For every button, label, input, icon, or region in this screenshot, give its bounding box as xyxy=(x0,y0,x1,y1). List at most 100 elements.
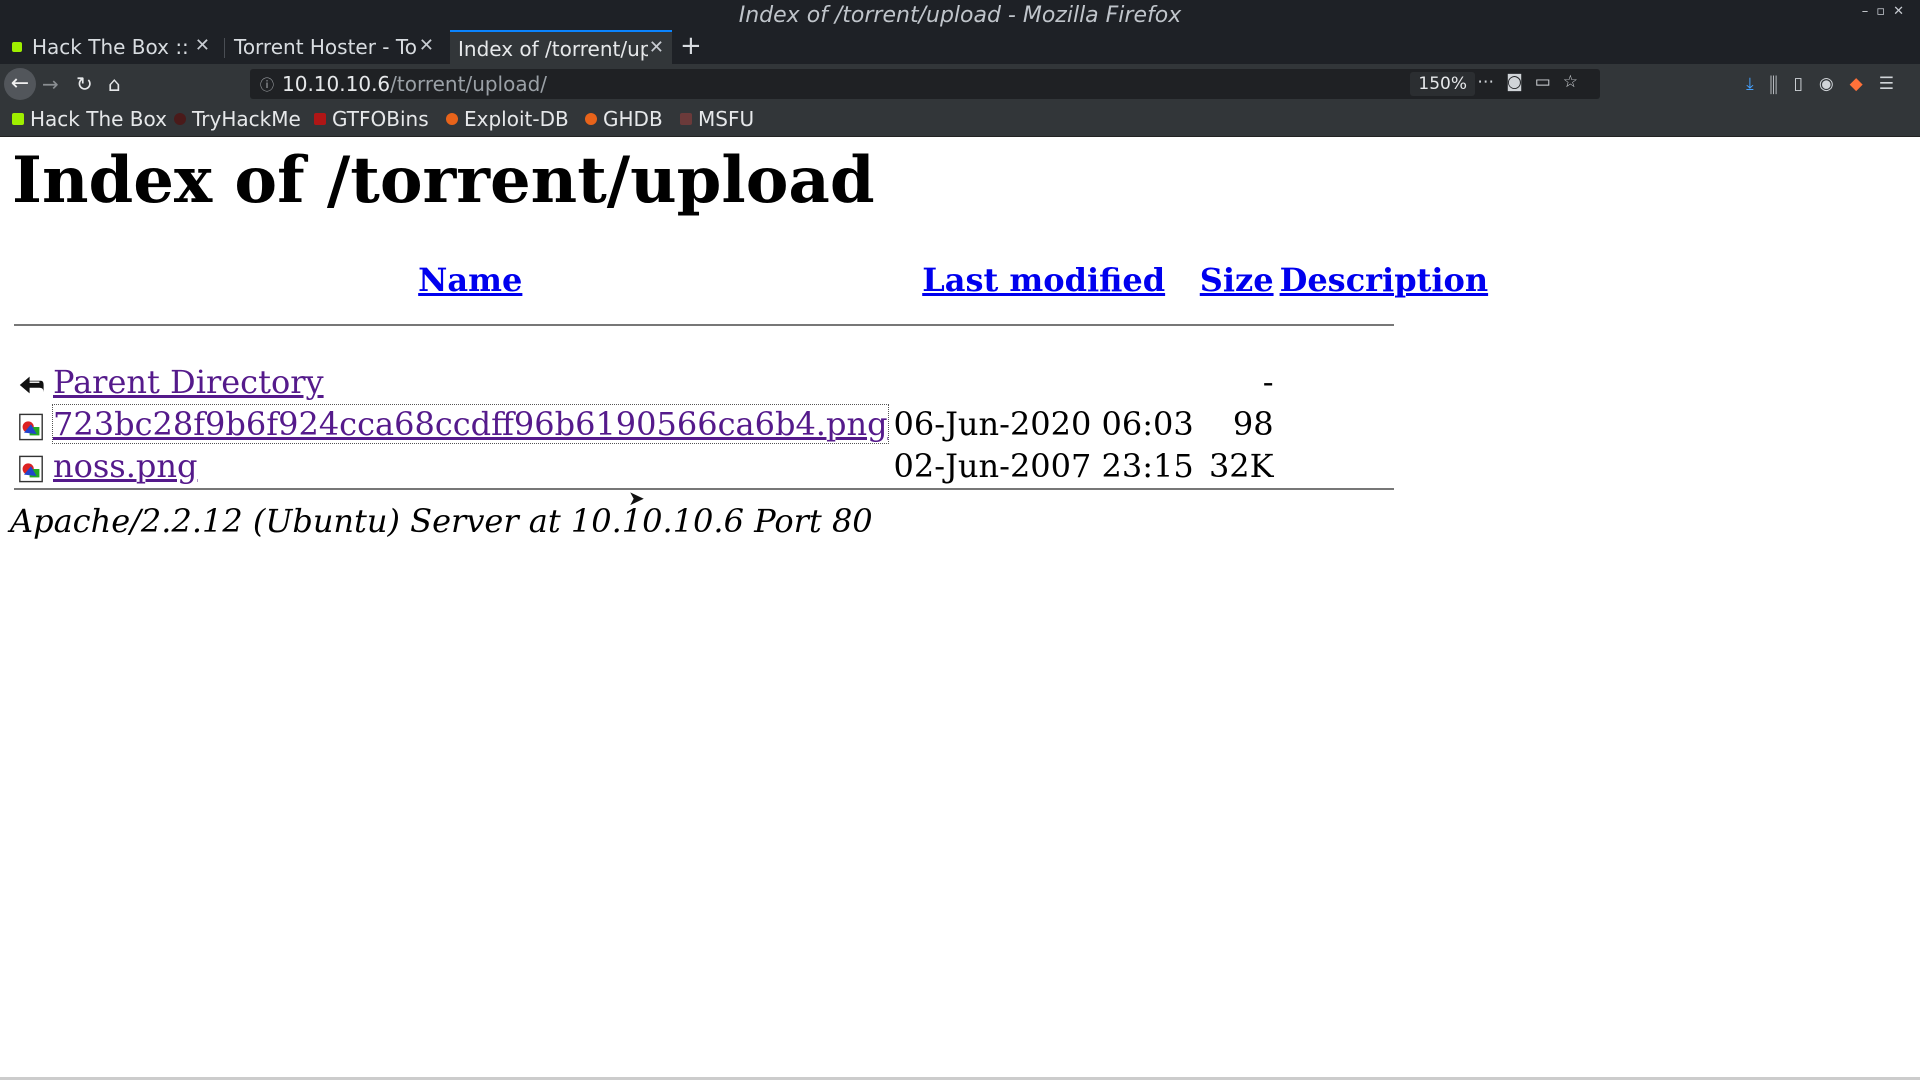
bookmark-hack-the-box[interactable]: Hack The Box xyxy=(12,107,167,131)
image-file-icon xyxy=(19,455,43,482)
size-column-header: Size xyxy=(1197,261,1277,299)
row-description-cell xyxy=(1277,403,1492,445)
tab-separator xyxy=(224,38,225,58)
mouse-cursor-icon: ➤ xyxy=(628,486,645,510)
tab-label: Hack The Box :: M xyxy=(32,35,187,59)
close-tab-icon[interactable]: ✕ xyxy=(419,35,434,56)
row-size-cell: 32K xyxy=(1208,447,1274,485)
bookmark-star-icon[interactable]: ☆ xyxy=(1563,72,1590,92)
url-bar[interactable]: ⓘ 10.10.10.6/torrent/upload/ 150% ⋯◙▭☆ xyxy=(250,69,1600,99)
tab-index-upload[interactable]: Index of /torrent/up ✕ xyxy=(450,30,672,66)
downloads-icon[interactable]: ⤓ xyxy=(1746,74,1770,94)
back-button[interactable]: ← xyxy=(4,68,36,100)
navigation-toolbar: ← → ↻ ⌂ ⓘ 10.10.10.6/torrent/upload/ 150… xyxy=(0,64,1920,104)
bookmark-label: TryHackMe xyxy=(192,107,301,131)
description-column-header: Description xyxy=(1277,261,1492,299)
toolbar-right-icons: ⤓⫼▯◉◆☰ xyxy=(1746,74,1910,94)
row-size-cell: 98 xyxy=(1232,405,1274,443)
sort-by-size-link[interactable]: Size xyxy=(1200,261,1274,299)
bookmarks-toolbar: Hack The Box TryHackMe GTFOBins Exploit-… xyxy=(0,104,1920,137)
directory-listing-table: Name Last modified Size Description Pare… xyxy=(14,261,1491,487)
row-icon-cell xyxy=(14,361,50,403)
row-description-cell xyxy=(1277,445,1492,487)
htb-favicon-icon xyxy=(12,42,22,52)
sort-by-description-link[interactable]: Description xyxy=(1280,261,1489,299)
home-button[interactable]: ⌂ xyxy=(108,72,121,96)
row-modified-cell: 02-Jun-2007 23:15 xyxy=(893,447,1194,485)
ghdb-icon xyxy=(585,113,597,125)
bookmark-label: GTFOBins xyxy=(332,107,429,131)
tab-hack-the-box[interactable]: Hack The Box :: M ✕ xyxy=(0,30,218,64)
page-actions: ⋯◙▭☆ xyxy=(1477,72,1590,92)
hamburger-menu-icon[interactable]: ☰ xyxy=(1879,74,1910,94)
sidebar-icon[interactable]: ▯ xyxy=(1793,74,1818,94)
zoom-level[interactable]: 150% xyxy=(1410,72,1475,96)
window-controls[interactable]: –▫✕ xyxy=(1862,4,1912,19)
tryhackme-icon xyxy=(174,113,186,125)
bookmark-exploit-db[interactable]: Exploit-DB xyxy=(446,107,569,131)
sort-by-modified-link[interactable]: Last modified xyxy=(922,261,1165,299)
bookmark-label: Hack The Box xyxy=(30,107,167,131)
row-size-cell: - xyxy=(1262,363,1274,401)
row-modified-cell: 06-Jun-2020 06:03 xyxy=(893,405,1194,443)
exploit-db-icon xyxy=(446,113,458,125)
library-icon[interactable]: ⫼ xyxy=(1770,74,1794,94)
row-description-cell xyxy=(1277,361,1492,403)
url-path: /torrent/upload/ xyxy=(390,72,548,96)
url-text[interactable]: 10.10.10.6/torrent/upload/ xyxy=(282,72,547,96)
row-modified-cell xyxy=(891,361,1197,403)
file-link-723bc28f[interactable]: 723bc28f9b6f924cca68ccdff96b6190566ca6b4… xyxy=(52,404,889,444)
htb-icon xyxy=(12,113,24,125)
sort-by-name-link[interactable]: Name xyxy=(418,261,522,299)
table-spacer-row xyxy=(14,299,1491,361)
footer-divider xyxy=(14,488,1394,490)
site-info-icon[interactable]: ⓘ xyxy=(260,75,274,95)
image-file-icon xyxy=(19,413,43,440)
table-header-row: Name Last modified Size Description xyxy=(14,261,1491,299)
gtfobins-icon xyxy=(314,113,326,125)
extension-fox-icon[interactable]: ◆ xyxy=(1850,74,1879,94)
bookmark-gtfobins[interactable]: GTFOBins xyxy=(314,107,429,131)
bookmark-label: MSFU xyxy=(698,107,755,131)
back-arrow-icon xyxy=(19,376,44,393)
file-link-noss-png[interactable]: noss.png xyxy=(53,447,197,485)
page-actions-menu-icon[interactable]: ⋯ xyxy=(1477,72,1506,92)
minimize-icon[interactable]: – xyxy=(1862,4,1877,19)
header-divider xyxy=(14,324,1394,326)
page-content: Index of /torrent/upload Name Last modif… xyxy=(0,137,1920,1077)
extension-icon[interactable]: ▭ xyxy=(1535,72,1563,92)
table-row: 723bc28f9b6f924cca68ccdff96b6190566ca6b4… xyxy=(14,403,1491,445)
maximize-icon[interactable]: ▫ xyxy=(1876,4,1893,19)
bookmark-label: Exploit-DB xyxy=(464,107,569,131)
bookmark-label: GHDB xyxy=(603,107,663,131)
tab-bar: Hack The Box :: M ✕ Torrent Hoster - To … xyxy=(0,30,1920,66)
row-name-cell: 723bc28f9b6f924cca68ccdff96b6190566ca6b4… xyxy=(50,403,891,445)
account-icon[interactable]: ◉ xyxy=(1819,74,1850,94)
table-row: noss.png 02-Jun-2007 23:15 32K xyxy=(14,445,1491,487)
msfu-icon xyxy=(680,113,692,125)
row-name-cell: Parent Directory xyxy=(50,361,891,403)
parent-directory-link[interactable]: Parent Directory xyxy=(53,363,324,401)
tab-torrent-hoster[interactable]: Torrent Hoster - To ✕ xyxy=(226,30,442,64)
row-icon-cell xyxy=(14,445,50,487)
tab-label: Index of /torrent/up xyxy=(458,37,648,61)
tab-label: Torrent Hoster - To xyxy=(234,35,417,59)
url-host: 10.10.10.6 xyxy=(282,72,391,96)
pocket-icon[interactable]: ◙ xyxy=(1506,72,1535,92)
table-row: Parent Directory - xyxy=(14,361,1491,403)
forward-button[interactable]: → xyxy=(42,72,59,96)
window-title: Index of /torrent/upload - Mozilla Firef… xyxy=(738,3,1182,28)
bookmark-msfu[interactable]: MSFU xyxy=(680,107,754,131)
close-window-icon[interactable]: ✕ xyxy=(1893,4,1912,19)
bookmark-ghdb[interactable]: GHDB xyxy=(585,107,663,131)
close-tab-icon[interactable]: ✕ xyxy=(195,35,210,56)
server-signature: Apache/2.2.12 (Ubuntu) Server at 10.10.1… xyxy=(10,502,873,540)
page-title: Index of /torrent/upload xyxy=(12,143,875,218)
new-tab-button[interactable]: + xyxy=(680,30,702,64)
row-name-cell: noss.png xyxy=(50,445,891,487)
reload-button[interactable]: ↻ xyxy=(76,72,93,96)
title-bar: Index of /torrent/upload - Mozilla Firef… xyxy=(0,0,1920,30)
close-tab-icon[interactable]: ✕ xyxy=(649,37,664,58)
name-column-header: Name xyxy=(50,261,891,299)
bookmark-tryhackme[interactable]: TryHackMe xyxy=(174,107,301,131)
